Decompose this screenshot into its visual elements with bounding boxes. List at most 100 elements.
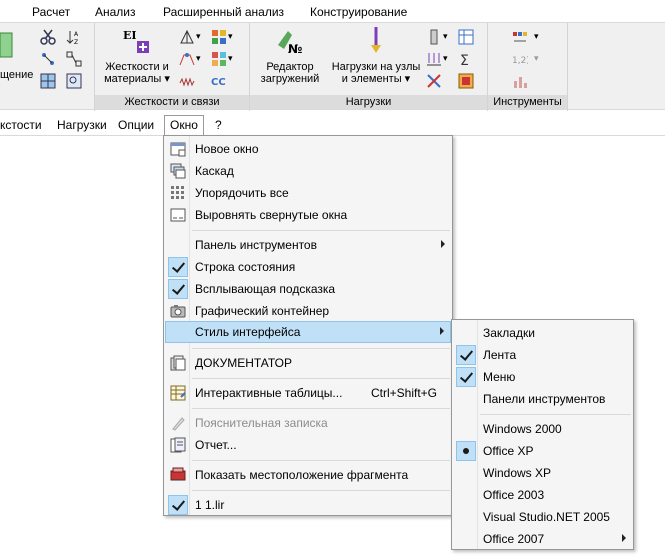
menu-item-status-bar[interactable]: Строка состояния [165,256,451,278]
radio-bullet-icon [456,441,476,461]
submenu-item-office-2003[interactable]: Office 2003 [453,484,632,506]
stiffness-materials-button[interactable]: EI Жесткости и материалы ▾ [101,25,173,85]
menubar: кстости Нагрузки Опции Окно ? [0,114,665,136]
group-label-tools: Инструменты [488,95,567,109]
menu-item-tooltip[interactable]: Всплывающая подсказка [165,278,451,300]
submenu-item-windows-xp[interactable]: Windows XP [453,462,632,484]
chevron-down-icon[interactable]: ▾ [196,53,201,64]
chevron-down-icon[interactable]: ▾ [196,31,201,42]
svg-text:Z: Z [74,39,78,45]
menu-item-label: Графический контейнер [195,304,330,318]
arrange-minimized-icon [170,207,186,223]
menu-item-toolbar-panel[interactable]: Панель инструментов [165,234,451,256]
ribbon-tabs: Расчет Анализ Расширенный анализ Констру… [0,0,665,22]
ribbon-group-stiffness: EI Жесткости и материалы ▾ ▾ ▾ ▾ ▾ CC Же… [95,23,250,111]
menu-item-label: Стиль интерфейса [195,325,301,339]
menu-item-documentator[interactable]: ДОКУМЕНТАТОР [165,352,451,374]
menu-stiffness[interactable]: кстости [0,118,42,132]
load-case-icon[interactable] [426,29,442,45]
nodes-icon[interactable] [40,51,56,67]
load-export-icon[interactable] [458,73,474,89]
ribbon-group-loads: № Редактор загружений Нагрузки на узлы и… [250,23,488,111]
network-icon[interactable] [66,51,82,67]
menu-item-label: Всплывающая подсказка [195,282,336,296]
grid-icon[interactable] [40,73,56,89]
stiffness-grid-icon[interactable] [211,51,227,67]
menu-item-label: Новое окно [195,142,259,156]
chevron-down-icon[interactable]: ▾ [534,31,539,42]
truss-icon[interactable] [179,29,195,45]
ribbon-tab-calc[interactable]: Расчет [32,5,70,19]
grid-color-icon[interactable] [211,29,227,45]
sum-icon[interactable]: Σ [458,51,474,69]
chevron-down-icon[interactable]: ▾ [228,53,233,64]
submenu-item-office-2007[interactable]: Office 2007 [453,528,632,550]
menu-item-interface-style[interactable]: Стиль интерфейса [165,321,451,343]
move-button-label: щение [0,69,34,81]
submenu-item-tabs[interactable]: Закладки [453,322,632,344]
chevron-down-icon: ▾ [164,73,170,85]
submenu-item-menu[interactable]: Меню [453,366,632,388]
ribbon-tab-extended-analysis[interactable]: Расширенный анализ [163,5,284,19]
menu-item-show-fragment[interactable]: Показать местоположение фрагмента [165,464,451,486]
tools-cross-icon[interactable] [426,73,442,89]
menu-loads[interactable]: Нагрузки [57,118,107,132]
checkmark-icon [456,345,476,365]
chevron-down-icon[interactable]: ▾ [534,53,539,64]
fragment-icon [170,467,186,483]
window-menu: Новое окно Каскад Упорядочить все Выровн… [163,135,453,516]
menu-item-interactive-tables[interactable]: Интерактивные таблицы... Ctrl+Shift+G [165,382,451,404]
submenu-item-label: Visual Studio.NET 2005 [483,510,610,524]
submenu-item-office-xp[interactable]: Office XP [453,440,632,462]
numbering-icon[interactable]: 1,2) [512,51,530,67]
submenu-item-toolbars[interactable]: Панели инструментов [453,388,632,410]
svg-text:Σ: Σ [460,53,469,67]
chevron-down-icon[interactable]: ▾ [228,31,233,42]
hinge-icon[interactable] [179,51,195,67]
scissors-icon[interactable] [40,29,56,45]
menu-item-explanatory-note[interactable]: Пояснительная записка [165,412,451,434]
menu-item-cascade[interactable]: Каскад [165,160,451,182]
submenu-item-ribbon[interactable]: Лента [453,344,632,366]
sort-icon[interactable]: AZ [66,29,82,46]
menu-item-report[interactable]: Отчет... [165,434,451,456]
distributed-load-icon[interactable] [426,51,442,67]
menu-item-new-window[interactable]: Новое окно [165,138,451,160]
note-icon [170,415,186,431]
submenu-item-vs-2005[interactable]: Visual Studio.NET 2005 [453,506,632,528]
group-label-loads: Нагрузки [250,95,487,109]
submenu-item-label: Меню [483,370,516,384]
menu-help[interactable]: ? [215,118,222,132]
checkmark-icon [168,495,188,515]
checkmark-icon [456,367,476,387]
menu-item-label: Выровнять свернутые окна [195,208,348,222]
spring-icon[interactable] [179,73,195,89]
menu-item-arrange-minimized[interactable]: Выровнять свернутые окна [165,204,451,226]
load-editor-button[interactable]: № Редактор загружений [256,25,324,85]
ribbon-tab-analysis[interactable]: Анализ [95,5,136,19]
report-icon [170,437,186,453]
chevron-down-icon[interactable]: ▾ [443,53,448,64]
group-label-stiffness: Жесткости и связи [95,95,249,109]
menu-item-label: Каскад [195,164,234,178]
menu-item-file-1[interactable]: 1 1.lir [165,494,451,516]
menu-window[interactable]: Окно [164,115,204,136]
chevron-down-icon[interactable]: ▾ [443,31,448,42]
menu-item-graphic-container[interactable]: Графический контейнер [165,300,451,322]
ribbon-group-tools: ▾ 1,2) ▾ Инструменты [488,23,568,111]
cc-icon[interactable]: CC [211,73,227,89]
submenu-item-label: Office 2003 [483,488,545,502]
table-loads-icon[interactable] [458,29,474,45]
zoom-icon[interactable] [66,73,82,89]
move-button[interactable]: щение [0,29,34,81]
menu-options[interactable]: Опции [118,118,154,132]
tool-color-icon[interactable] [512,29,528,45]
node-element-loads-button[interactable]: Нагрузки на узлы и элементы ▾ [328,25,424,85]
ribbon-tab-design[interactable]: Конструирование [310,5,407,19]
menu-item-label: Строка состояния [195,260,296,274]
checkmark-icon [168,257,188,277]
submenu-item-windows-2000[interactable]: Windows 2000 [453,418,632,440]
documents-icon [170,355,186,371]
chart-tool-icon[interactable] [512,73,528,89]
menu-item-tile[interactable]: Упорядочить все [165,182,451,204]
